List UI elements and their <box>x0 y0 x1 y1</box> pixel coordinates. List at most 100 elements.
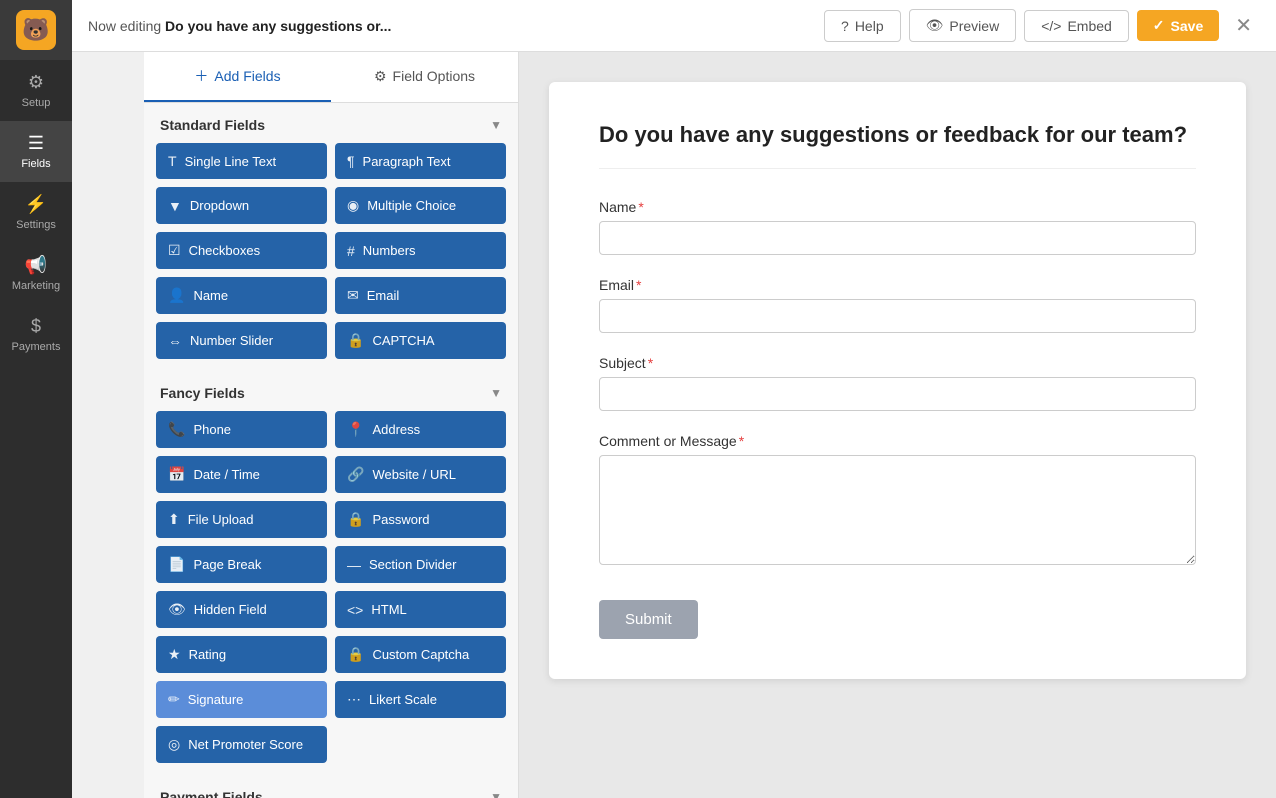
custom-captcha-icon: 🔒 <box>347 646 364 663</box>
field-btn-checkboxes[interactable]: ☑ Checkboxes <box>156 232 327 269</box>
required-star-comment: * <box>739 433 744 449</box>
tab-add-fields[interactable]: ＋ Add Fields <box>144 52 331 102</box>
logo-bear-icon: 🐻 <box>16 10 56 50</box>
preview-button[interactable]: 👁 Preview <box>909 9 1017 42</box>
captcha-icon: 🔒 <box>347 332 364 349</box>
label-email: Email* <box>599 277 1196 293</box>
form-field-comment: Comment or Message* <box>599 433 1196 570</box>
dropdown-icon: ▼ <box>168 198 182 214</box>
input-subject[interactable] <box>599 377 1196 411</box>
editing-prefix: Now editing <box>88 18 165 34</box>
sidebar-item-fields[interactable]: ☰ Fields <box>0 121 72 182</box>
field-btn-paragraph-text[interactable]: ¶ Paragraph Text <box>335 143 506 179</box>
submit-button[interactable]: Submit <box>599 600 698 639</box>
field-btn-date-time[interactable]: 📅 Date / Time <box>156 456 327 493</box>
sidebar-item-settings-label: Settings <box>16 219 56 231</box>
input-name[interactable] <box>599 221 1196 255</box>
address-icon: 📍 <box>347 421 364 438</box>
date-time-icon: 📅 <box>168 466 185 483</box>
standard-fields-header[interactable]: Standard Fields ▼ <box>144 103 518 143</box>
checkboxes-icon: ☑ <box>168 242 181 259</box>
field-btn-file-upload[interactable]: ⬆ File Upload <box>156 501 327 538</box>
field-btn-rating[interactable]: ★ Rating <box>156 636 327 673</box>
help-button[interactable]: ? Help <box>824 10 901 42</box>
paragraph-text-icon: ¶ <box>347 153 355 169</box>
setup-icon: ⚙ <box>28 72 44 93</box>
payments-icon: $ <box>31 316 41 337</box>
field-btn-captcha[interactable]: 🔒 CAPTCHA <box>335 322 506 359</box>
form-preview: Do you have any suggestions or feedback … <box>519 52 1276 798</box>
save-checkmark-icon: ✓ <box>1153 17 1165 34</box>
input-email[interactable] <box>599 299 1196 333</box>
label-subject: Subject* <box>599 355 1196 371</box>
website-url-icon: 🔗 <box>347 466 364 483</box>
html-icon: <> <box>347 602 363 618</box>
payment-fields-header[interactable]: Payment Fields ▼ <box>144 775 518 798</box>
main-content: ＋ Add Fields ⚙ Field Options Standard Fi… <box>144 52 1276 798</box>
field-btn-signature[interactable]: ✏ Signature <box>156 681 327 718</box>
net-promoter-score-icon: ◎ <box>168 736 180 753</box>
standard-fields-chevron-icon: ▼ <box>490 118 502 132</box>
tab-field-options[interactable]: ⚙ Field Options <box>331 52 518 102</box>
sidebar-item-fields-label: Fields <box>21 158 50 170</box>
required-star-email: * <box>636 277 641 293</box>
sidebar-item-setup[interactable]: ⚙ Setup <box>0 60 72 121</box>
marketing-icon: 📢 <box>25 255 47 276</box>
embed-button[interactable]: </> Embed <box>1024 10 1129 42</box>
likert-scale-icon: ⋯ <box>347 691 361 708</box>
label-name: Name* <box>599 199 1196 215</box>
field-btn-phone[interactable]: 📞 Phone <box>156 411 327 448</box>
numbers-icon: # <box>347 243 355 259</box>
sidebar-item-settings[interactable]: ⚡ Settings <box>0 182 72 243</box>
number-slider-icon: ⇔ <box>168 333 182 349</box>
field-btn-hidden-field[interactable]: 👁 Hidden Field <box>156 591 327 628</box>
fancy-fields-header[interactable]: Fancy Fields ▼ <box>144 371 518 411</box>
field-btn-html[interactable]: <> HTML <box>335 591 506 628</box>
sidebar-nav: 🐻 ⚙ Setup ☰ Fields ⚡ Settings 📢 Marketin… <box>0 0 72 798</box>
save-button[interactable]: ✓ Save <box>1137 10 1219 41</box>
help-icon: ? <box>841 18 849 34</box>
editing-text: Now editing Do you have any suggestions … <box>88 18 824 34</box>
fields-panel: ＋ Add Fields ⚙ Field Options Standard Fi… <box>144 52 519 798</box>
email-field-icon: ✉ <box>347 287 359 304</box>
close-button[interactable]: ✕ <box>1227 9 1260 42</box>
header-actions: ? Help 👁 Preview </> Embed ✓ Save ✕ <box>824 9 1260 42</box>
field-btn-number-slider[interactable]: ⇔ Number Slider <box>156 322 327 359</box>
form-title: Do you have any suggestions or feedback … <box>599 122 1196 169</box>
label-comment: Comment or Message* <box>599 433 1196 449</box>
field-btn-address[interactable]: 📍 Address <box>335 411 506 448</box>
settings-icon: ⚡ <box>25 194 47 215</box>
field-btn-single-line-text[interactable]: T Single Line Text <box>156 143 327 179</box>
embed-icon: </> <box>1041 18 1061 34</box>
field-btn-dropdown[interactable]: ▼ Dropdown <box>156 187 327 224</box>
name-icon: 👤 <box>168 287 185 304</box>
field-btn-website-url[interactable]: 🔗 Website / URL <box>335 456 506 493</box>
page-break-icon: 📄 <box>168 556 185 573</box>
field-options-icon: ⚙ <box>374 68 387 85</box>
field-btn-multiple-choice[interactable]: ◉ Multiple Choice <box>335 187 506 224</box>
field-btn-likert-scale[interactable]: ⋯ Likert Scale <box>335 681 506 718</box>
field-btn-section-divider[interactable]: — Section Divider <box>335 546 506 583</box>
field-btn-net-promoter-score[interactable]: ◎ Net Promoter Score <box>156 726 327 763</box>
multiple-choice-icon: ◉ <box>347 197 359 214</box>
field-btn-page-break[interactable]: 📄 Page Break <box>156 546 327 583</box>
sidebar-item-payments[interactable]: $ Payments <box>0 304 72 365</box>
field-btn-name[interactable]: 👤 Name <box>156 277 327 314</box>
single-line-text-icon: T <box>168 153 177 169</box>
panel-tabs: ＋ Add Fields ⚙ Field Options <box>144 52 518 103</box>
signature-icon: ✏ <box>168 691 180 708</box>
textarea-comment[interactable] <box>599 455 1196 565</box>
field-btn-email[interactable]: ✉ Email <box>335 277 506 314</box>
sidebar-item-marketing[interactable]: 📢 Marketing <box>0 243 72 304</box>
fancy-fields-grid: 📞 Phone 📍 Address 📅 Date / Time 🔗 Websit… <box>144 411 518 775</box>
sidebar-item-payments-label: Payments <box>12 341 61 353</box>
form-field-email: Email* <box>599 277 1196 333</box>
fields-icon: ☰ <box>28 133 44 154</box>
field-btn-numbers[interactable]: # Numbers <box>335 232 506 269</box>
field-btn-custom-captcha[interactable]: 🔒 Custom Captcha <box>335 636 506 673</box>
form-card: Do you have any suggestions or feedback … <box>549 82 1246 679</box>
standard-fields-grid: T Single Line Text ¶ Paragraph Text ▼ Dr… <box>144 143 518 371</box>
required-star-subject: * <box>648 355 653 371</box>
fancy-fields-chevron-icon: ▼ <box>490 386 502 400</box>
field-btn-password[interactable]: 🔒 Password <box>335 501 506 538</box>
